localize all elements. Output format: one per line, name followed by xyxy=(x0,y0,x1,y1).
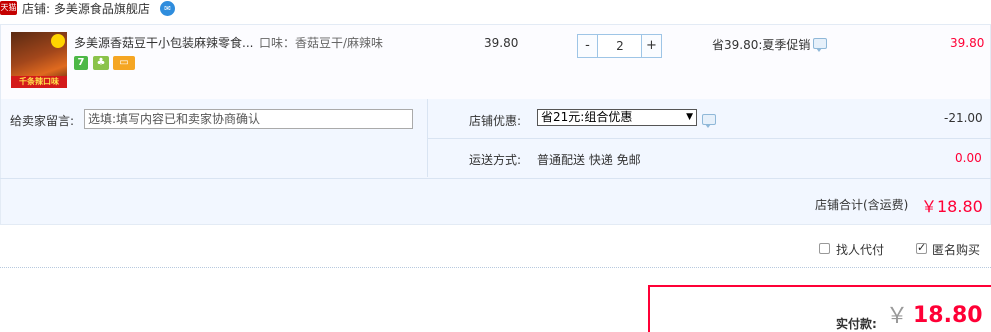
shipping-method: 普通配送 快递 免邮 xyxy=(537,153,641,167)
product-thumbnail[interactable]: 千条辣口味 xyxy=(11,32,67,88)
guarantee-icon[interactable]: ♣ xyxy=(93,56,109,70)
product-title-link[interactable]: 多美源香菇豆干小包装麻辣零食... xyxy=(74,36,253,50)
quantity-plus-button[interactable]: + xyxy=(641,35,661,57)
currency-symbol: ￥ xyxy=(886,304,909,329)
anonymous-purchase-label[interactable]: 匿名购买 xyxy=(932,241,980,258)
proxy-pay-label[interactable]: 找人代付 xyxy=(836,241,884,258)
7-day-return-icon[interactable]: 7 xyxy=(74,56,88,70)
shop-discount-label: 店铺优惠: xyxy=(469,114,522,128)
shipping-fee: 0.00 xyxy=(955,151,982,165)
dropdown-arrow-icon: ▼ xyxy=(686,112,693,122)
product-sku: 口味：香菇豆干/麻辣味 xyxy=(259,36,384,50)
amount-payable-value: 18.80 xyxy=(913,303,983,328)
quantity-input[interactable]: 2 xyxy=(599,35,641,57)
shop-discount-select[interactable]: 省21元:组合优惠 ▼ xyxy=(537,109,697,126)
unit-price: 39.80 xyxy=(484,36,519,50)
thumbnail-sticker-icon xyxy=(51,34,65,48)
promotion-text: 省39.80:夏季促销 xyxy=(712,38,811,52)
seller-memo-label: 给卖家留言: xyxy=(10,114,75,128)
discount-comment-icon[interactable] xyxy=(702,114,716,128)
shop-name-link[interactable]: 店铺: 多美源食品旗舰店 xyxy=(22,1,150,17)
tmall-badge-icon: 天猫 xyxy=(0,1,17,15)
shop-discount-selected: 省21元:组合优惠 xyxy=(541,110,633,124)
proxy-pay-checkbox[interactable] xyxy=(819,243,830,254)
thumbnail-band-text: 千条辣口味 xyxy=(11,76,67,88)
quantity-minus-button[interactable]: - xyxy=(578,35,598,57)
anonymous-purchase-checkbox[interactable] xyxy=(916,241,927,254)
shop-discount-amount: -21.00 xyxy=(944,111,983,125)
seller-memo-input[interactable]: 选填:填写内容已和卖家协商确认 xyxy=(84,109,413,129)
shop-total-label: 店铺合计(含运费) xyxy=(815,198,909,212)
promotion-comment-icon[interactable] xyxy=(813,38,827,52)
section-separator xyxy=(0,267,991,268)
amount-payable-label: 实付款: xyxy=(836,317,877,331)
shop-total-value: ￥18.80 xyxy=(921,197,983,216)
shipping-label: 运送方式: xyxy=(469,153,522,167)
options-divider xyxy=(428,138,991,139)
wangwang-chat-icon[interactable]: ✉ xyxy=(160,1,175,16)
item-subtotal: 39.80 xyxy=(950,36,985,50)
credit-card-icon[interactable]: ▭ xyxy=(113,56,135,70)
